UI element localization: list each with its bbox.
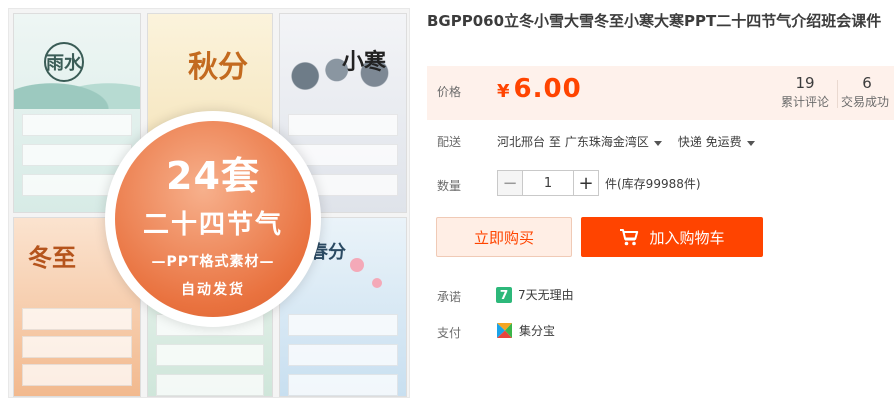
badge-format: —PPT格式素材— — [151, 254, 275, 270]
decrease-quantity-button[interactable]: − — [497, 170, 523, 196]
chevron-down-icon — [653, 141, 662, 146]
review-count: 19 — [795, 74, 815, 92]
slide-thumb — [22, 336, 132, 358]
badge-title: 二十四节气 — [142, 210, 283, 240]
slide-thumb — [288, 344, 398, 366]
badge-count: 24套 — [166, 154, 260, 198]
shipping-destination: 广东珠海金湾区 — [564, 135, 649, 149]
review-count-label: 累计评论 — [780, 95, 829, 109]
price-value: ¥6.00 — [497, 74, 582, 104]
payment-label: 支付 — [437, 326, 462, 340]
stat-divider — [837, 80, 838, 108]
seven-day-return-icon: 7 — [496, 286, 512, 303]
shipping-method: 快递 免运费 — [677, 135, 742, 149]
review-count-stat[interactable]: 19 累计评论 — [777, 73, 833, 111]
sales-count-stat: 6 交易成功 — [841, 73, 893, 111]
buy-now-button[interactable]: 立即购买 — [436, 217, 572, 257]
stock-info: 件(库存99988件) — [605, 176, 701, 191]
blossom-decoration — [350, 258, 364, 272]
tile-title: 冬至 — [28, 243, 76, 272]
increase-quantity-button[interactable]: + — [573, 170, 599, 196]
product-title: BGPP060立冬小雪大雪冬至小寒大寒PPT二十四节气介绍班会课件 — [427, 12, 882, 30]
slide-thumb — [22, 308, 132, 330]
promo-badge-circle: 24套 二十四节气 —PPT格式素材— 自动发货 — [115, 121, 311, 317]
tile-title: 小寒 — [342, 49, 387, 75]
quantity-label: 数量 — [437, 179, 462, 193]
add-to-cart-button[interactable]: 加入购物车 — [581, 217, 763, 257]
slide-thumb — [22, 144, 132, 166]
return-policy[interactable]: 7 7天无理由 — [496, 286, 574, 303]
cart-icon — [620, 229, 639, 246]
destination-selector[interactable]: 广东珠海金湾区 — [565, 133, 674, 150]
promise-label: 承诺 — [437, 290, 462, 304]
price-panel: 价格 ¥6.00 19 累计评论 6 交易成功 — [427, 66, 894, 120]
slide-thumb — [22, 364, 132, 386]
slide-thumb — [288, 114, 398, 136]
shipping-label: 配送 — [437, 135, 462, 149]
jifenbao-icon — [497, 323, 512, 338]
slide-thumb — [288, 374, 398, 396]
add-to-cart-label: 加入购物车 — [649, 228, 725, 247]
price-amount: 6.00 — [513, 74, 582, 104]
tile-title: 秋分 — [188, 50, 248, 85]
shipping-origin: 河北邢台 至 — [497, 135, 561, 149]
payment-method[interactable]: 集分宝 — [496, 322, 555, 339]
payment-text: 集分宝 — [519, 324, 556, 338]
price-label: 价格 — [437, 85, 462, 99]
slide-thumb — [22, 114, 132, 136]
return-policy-text: 7天无理由 — [518, 288, 574, 302]
hills-decoration — [14, 69, 140, 109]
blossom-decoration — [372, 278, 382, 288]
chevron-down-icon — [746, 141, 755, 146]
quantity-stepper: − + 件(库存99988件) — [497, 170, 701, 196]
currency-symbol: ¥ — [497, 81, 510, 102]
product-main-image[interactable]: 雨水 秋分 小寒 冬至 春分 24套 二十四节气 —PPT格式素材— 自动发货 — [8, 8, 410, 398]
badge-delivery: 自动发货 — [181, 282, 245, 298]
slide-thumb — [288, 314, 398, 336]
promo-badge: 24套 二十四节气 —PPT格式素材— 自动发货 — [105, 111, 321, 327]
slide-thumb — [156, 374, 264, 396]
sales-count-label: 交易成功 — [841, 95, 890, 109]
sales-count: 6 — [862, 74, 872, 92]
shipping-method-selector[interactable]: 快递 免运费 — [678, 133, 767, 150]
quantity-input[interactable] — [523, 170, 573, 196]
slide-thumb — [156, 344, 264, 366]
shipping-row: 河北邢台 至 广东珠海金湾区 快递 免运费 — [497, 133, 767, 150]
